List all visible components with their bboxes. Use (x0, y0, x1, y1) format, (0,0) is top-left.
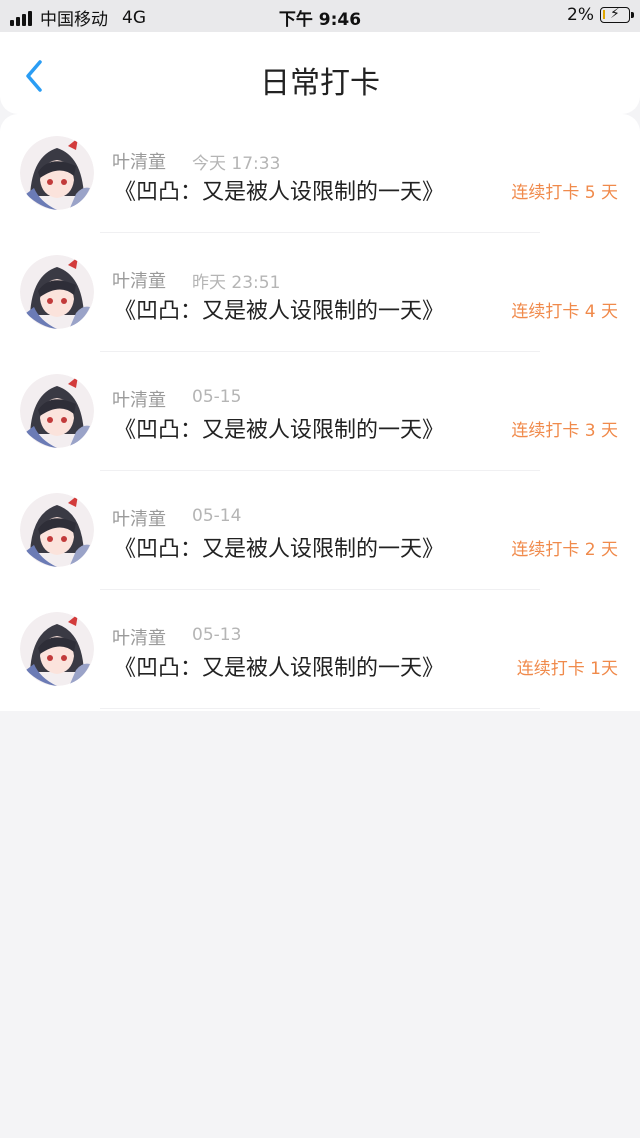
avatar[interactable] (20, 612, 94, 686)
checkin-item[interactable]: 叶清童 今天 17:33 《凹凸：又是被人设限制的一天》 连续打卡 5 天 (0, 114, 640, 233)
checkin-time: 今天 17:33 (192, 154, 281, 174)
streak-label: 连续打卡 3 天 (511, 421, 618, 441)
battery-percent: 2% (567, 5, 594, 25)
avatar[interactable] (20, 374, 94, 448)
user-name: 叶清童 (112, 271, 166, 292)
checkin-item[interactable]: 叶清童 05-15 《凹凸：又是被人设限制的一天》 连续打卡 3 天 (0, 352, 640, 471)
status-bar: 中国移动 4G 下午 9:46 2% ⚡ (0, 0, 640, 32)
streak-label: 连续打卡 2 天 (511, 540, 618, 560)
page-title: 日常打卡 (260, 66, 380, 101)
status-time: 下午 9:46 (278, 10, 362, 30)
avatar[interactable] (20, 493, 94, 567)
book-title: 《凹凸：又是被人设限制的一天》 (114, 418, 445, 443)
checkin-item[interactable]: 叶清童 05-14 《凹凸：又是被人设限制的一天》 连续打卡 2 天 (0, 471, 640, 590)
streak-label: 连续打卡 1天 (516, 659, 618, 679)
checkin-time: 05-15 (192, 387, 242, 407)
nav-header: 日常打卡 (0, 32, 640, 114)
streak-label: 连续打卡 4 天 (511, 302, 618, 322)
checkin-time: 05-14 (192, 506, 242, 526)
checkin-list: 叶清童 今天 17:33 《凹凸：又是被人设限制的一天》 连续打卡 5 天 叶清… (0, 114, 640, 711)
checkin-item[interactable]: 叶清童 05-13 《凹凸：又是被人设限制的一天》 连续打卡 1天 (0, 590, 640, 709)
book-title: 《凹凸：又是被人设限制的一天》 (114, 299, 445, 324)
divider (100, 708, 540, 709)
battery-icon: ⚡ (600, 6, 634, 23)
user-name: 叶清童 (112, 152, 166, 173)
user-name: 叶清童 (112, 509, 166, 530)
user-name: 叶清童 (112, 390, 166, 411)
checkin-item[interactable]: 叶清童 昨天 23:51 《凹凸：又是被人设限制的一天》 连续打卡 4 天 (0, 233, 640, 352)
avatar[interactable] (20, 136, 94, 210)
checkin-time: 05-13 (192, 625, 242, 645)
avatar[interactable] (20, 255, 94, 329)
streak-label: 连续打卡 5 天 (511, 183, 618, 203)
book-title: 《凹凸：又是被人设限制的一天》 (114, 537, 445, 562)
user-name: 叶清童 (112, 628, 166, 649)
book-title: 《凹凸：又是被人设限制的一天》 (114, 180, 445, 205)
book-title: 《凹凸：又是被人设限制的一天》 (114, 656, 445, 681)
status-right: 2% ⚡ (567, 5, 634, 25)
checkin-time: 昨天 23:51 (192, 273, 281, 293)
